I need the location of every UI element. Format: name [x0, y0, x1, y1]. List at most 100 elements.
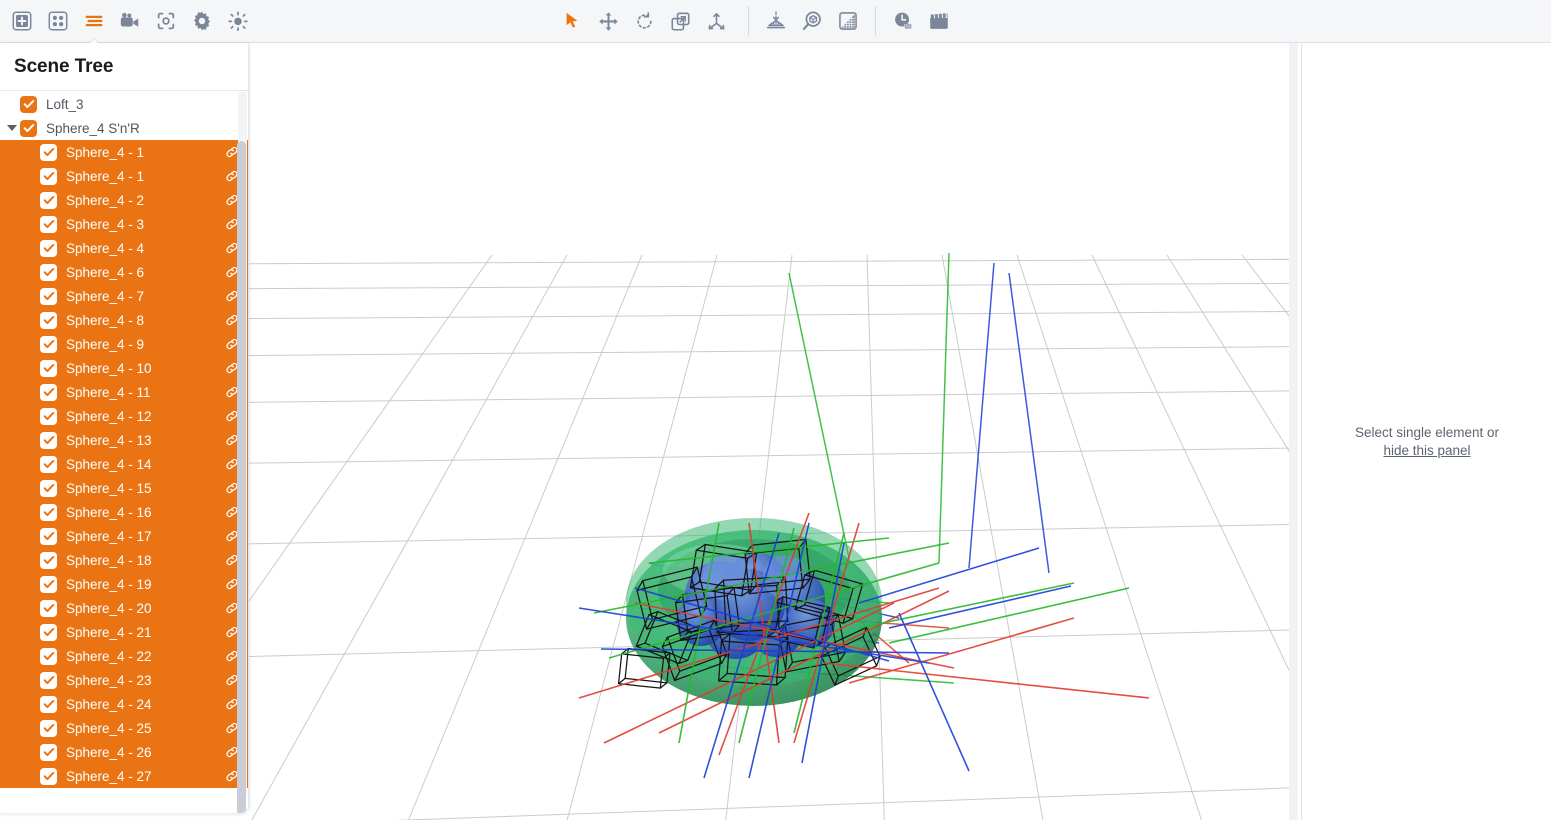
visibility-checkbox[interactable] — [40, 263, 57, 281]
visibility-checkbox[interactable] — [40, 239, 57, 257]
triangle-down-icon[interactable] — [4, 125, 20, 131]
scene-tree-child-row[interactable]: Sphere_4 - 10 — [0, 356, 248, 380]
hide-panel-link[interactable]: hide this panel — [1383, 443, 1470, 458]
inspect-button[interactable] — [794, 3, 830, 39]
scene-tree-child-row[interactable]: Sphere_4 - 27 — [0, 764, 248, 788]
scene-tree-child-row[interactable]: Sphere_4 - 26 — [0, 740, 248, 764]
visibility-checkbox[interactable] — [40, 479, 57, 497]
camera-button[interactable] — [112, 3, 148, 39]
scene-tree-child-row[interactable]: Sphere_4 - 22 — [0, 644, 248, 668]
scene-tree-list[interactable]: Loft_3 Sphere_4 S'n'R Sphere_4 - 1 Sphere_4… — [0, 92, 248, 797]
scene-tree-panel: Scene Tree Loft_3 Sphere_4 S'n'R Sphere_4 … — [0, 43, 249, 813]
scene-tree-root-row[interactable]: Loft_3 — [0, 92, 248, 116]
check-mark-icon — [43, 243, 54, 253]
3d-viewport[interactable] — [249, 43, 1301, 820]
toolbar-group-analysis — [758, 0, 866, 43]
check-mark-icon — [43, 699, 54, 709]
scene-tree-child-row[interactable]: Sphere_4 - 2 — [0, 188, 248, 212]
scene-tree-child-row[interactable]: Sphere_4 - 4 — [0, 236, 248, 260]
settings-button[interactable] — [184, 3, 220, 39]
visibility-checkbox[interactable] — [40, 599, 57, 617]
visibility-checkbox[interactable] — [40, 167, 57, 185]
scene-tree-child-row[interactable]: Sphere_4 - 13 — [0, 428, 248, 452]
scene-tree-child-row[interactable]: Sphere_4 - 7 — [0, 284, 248, 308]
visibility-checkbox[interactable] — [40, 431, 57, 449]
visibility-checkbox[interactable] — [40, 455, 57, 473]
scene-tree-item-label: Sphere_4 - 15 — [66, 480, 152, 496]
visibility-checkbox[interactable] — [40, 359, 57, 377]
scene-tree-child-row[interactable]: Sphere_4 - 20 — [0, 596, 248, 620]
check-mark-icon — [43, 195, 54, 205]
animation-button[interactable] — [921, 3, 957, 39]
scene-tree-item-label: Sphere_4 - 20 — [66, 600, 152, 616]
scene-tree-child-row[interactable]: Sphere_4 - 12 — [0, 404, 248, 428]
scene-tree-child-row[interactable]: Sphere_4 - 1 — [0, 140, 248, 164]
scene-tree-child-row[interactable]: Sphere_4 - 15 — [0, 476, 248, 500]
visibility-checkbox[interactable] — [40, 695, 57, 713]
scene-tree-item-label: Sphere_4 - 17 — [66, 528, 152, 544]
scale-tool-button[interactable] — [662, 3, 698, 39]
visibility-checkbox[interactable] — [20, 119, 37, 137]
scene-tree-child-row[interactable]: Sphere_4 - 19 — [0, 572, 248, 596]
visibility-checkbox[interactable] — [40, 719, 57, 737]
primitives-button[interactable] — [40, 3, 76, 39]
scene-tree-child-row[interactable]: Sphere_4 - 21 — [0, 620, 248, 644]
rotate-tool-button[interactable] — [626, 3, 662, 39]
scene-tree-child-row[interactable]: Sphere_4 - 6 — [0, 260, 248, 284]
scene-tree-button[interactable] — [76, 3, 112, 48]
visibility-checkbox[interactable] — [40, 767, 57, 785]
scene-tree-child-row[interactable]: Sphere_4 - 14 — [0, 452, 248, 476]
scene-tree-child-row[interactable]: Sphere_4 - 24 — [0, 692, 248, 716]
visibility-checkbox[interactable] — [40, 191, 57, 209]
scene-tree-child-row[interactable]: Sphere_4 - 11 — [0, 380, 248, 404]
visibility-checkbox[interactable] — [40, 575, 57, 593]
check-mark-icon — [43, 747, 54, 757]
visibility-checkbox[interactable] — [20, 95, 37, 113]
visibility-checkbox[interactable] — [40, 383, 57, 401]
add-button[interactable] — [4, 3, 40, 39]
scale-square-icon — [670, 11, 690, 31]
visibility-checkbox[interactable] — [40, 335, 57, 353]
scene-tree-root-row[interactable]: Sphere_4 S'n'R — [0, 116, 248, 140]
scene-tree-child-row[interactable]: Sphere_4 - 17 — [0, 524, 248, 548]
visibility-checkbox[interactable] — [40, 407, 57, 425]
visibility-checkbox[interactable] — [40, 215, 57, 233]
move-tool-button[interactable] — [590, 3, 626, 39]
mesh-button[interactable] — [830, 3, 866, 39]
lighting-button[interactable] — [220, 3, 256, 39]
scene-tree-child-row[interactable]: Sphere_4 - 1 — [0, 164, 248, 188]
scene-tree-scrollbar-thumb[interactable] — [237, 141, 246, 813]
drop-to-floor-button[interactable] — [758, 3, 794, 39]
select-tool-button[interactable] — [554, 3, 590, 39]
scene-tree-scrollbar[interactable] — [237, 92, 247, 813]
scene-tree-child-row[interactable]: Sphere_4 - 16 — [0, 500, 248, 524]
visibility-checkbox[interactable] — [40, 503, 57, 521]
viewport-scrollbar[interactable] — [1289, 43, 1298, 820]
drop-to-floor-icon — [767, 11, 785, 29]
move-arrows-icon — [598, 11, 618, 31]
explode-tool-button[interactable] — [698, 3, 734, 39]
scene-tree-child-row[interactable]: Sphere_4 - 8 — [0, 308, 248, 332]
visibility-checkbox[interactable] — [40, 551, 57, 569]
grid-dots-square-icon — [48, 11, 68, 31]
scene-tree-child-row[interactable]: Sphere_4 - 18 — [0, 548, 248, 572]
visibility-checkbox[interactable] — [40, 527, 57, 545]
scene-tree-child-row[interactable]: Sphere_4 - 25 — [0, 716, 248, 740]
history-button[interactable] — [885, 3, 921, 39]
viewport-canvas[interactable] — [249, 43, 1301, 820]
visibility-checkbox[interactable] — [40, 143, 57, 161]
plus-square-icon — [12, 11, 32, 31]
visibility-checkbox[interactable] — [40, 743, 57, 761]
visibility-checkbox[interactable] — [40, 647, 57, 665]
check-mark-icon — [43, 363, 54, 373]
visibility-checkbox[interactable] — [40, 287, 57, 305]
cursor-arrow-icon — [566, 12, 578, 28]
focus-button[interactable] — [148, 3, 184, 39]
scene-tree-child-row[interactable]: Sphere_4 - 23 — [0, 668, 248, 692]
scene-tree-child-row[interactable]: Sphere_4 - 9 — [0, 332, 248, 356]
check-mark-icon — [43, 171, 54, 181]
visibility-checkbox[interactable] — [40, 671, 57, 689]
visibility-checkbox[interactable] — [40, 623, 57, 641]
scene-tree-child-row[interactable]: Sphere_4 - 3 — [0, 212, 248, 236]
visibility-checkbox[interactable] — [40, 311, 57, 329]
